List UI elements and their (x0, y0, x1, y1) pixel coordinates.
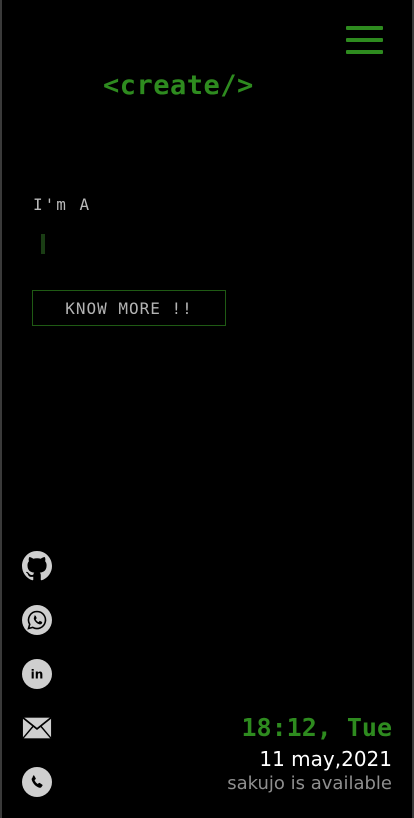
linkedin-link[interactable]: in (22, 659, 52, 689)
menu-bar-middle (346, 38, 383, 42)
linkedin-icon: in (22, 659, 52, 689)
clock-date: 11 may,2021 (259, 747, 392, 771)
linkedin-icon-label: in (31, 668, 44, 682)
know-more-button[interactable]: KNOW MORE !! (32, 290, 226, 326)
phone-icon (22, 767, 52, 797)
phone-link[interactable] (22, 767, 52, 797)
whatsapp-icon (22, 605, 52, 635)
github-icon (22, 551, 52, 581)
menu-bar-top (346, 26, 383, 30)
site-logo[interactable]: <create/> (103, 70, 254, 101)
availability-status: sakujo is available (227, 773, 392, 794)
email-link[interactable] (22, 713, 52, 743)
mail-icon (22, 717, 52, 739)
whatsapp-link[interactable] (22, 605, 52, 635)
menu-bar-bottom (346, 50, 383, 54)
page-frame (0, 0, 414, 818)
typing-cursor (41, 234, 45, 254)
hamburger-menu-icon[interactable] (346, 26, 383, 54)
intro-text: I'm A (33, 195, 92, 214)
clock-time: 18:12, Tue (241, 713, 392, 742)
github-link[interactable] (22, 551, 52, 581)
